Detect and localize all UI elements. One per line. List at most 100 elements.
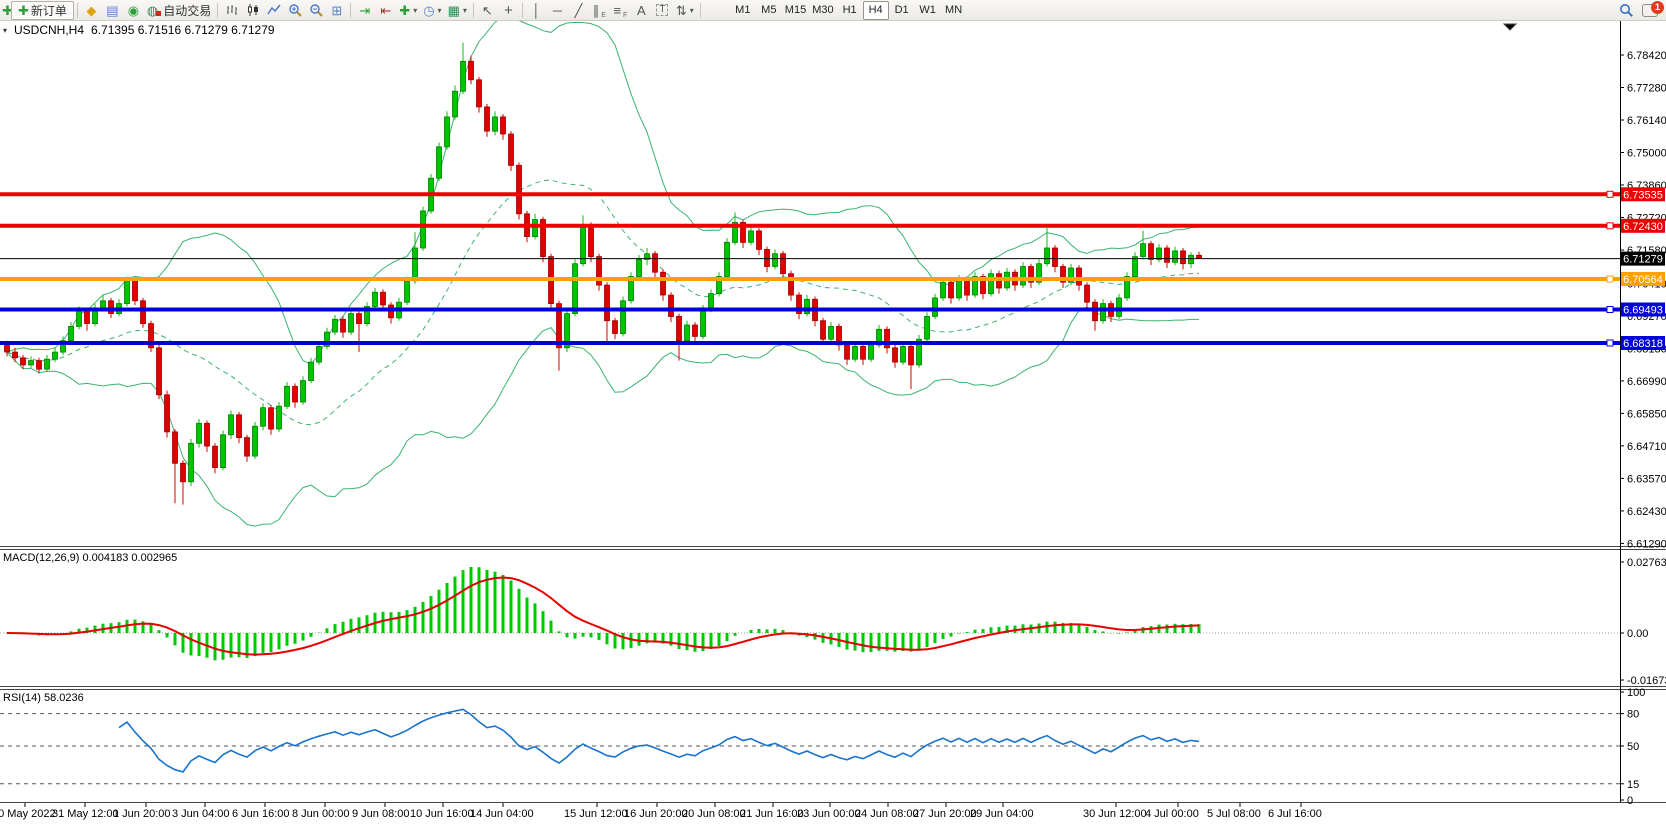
candle-body — [581, 225, 586, 264]
candle-body — [989, 274, 994, 294]
timeframe-button-W1[interactable]: W1 — [915, 1, 941, 20]
chart-expander[interactable]: ▾ — [3, 26, 7, 35]
terminal-button[interactable]: ▤ — [102, 1, 123, 20]
chart-shift-marker[interactable] — [1504, 24, 1516, 30]
line-anchor-marker[interactable] — [1607, 191, 1613, 197]
rsi-axis-label: 0 — [1627, 795, 1633, 807]
horizontal-line-tool[interactable]: ─ — [547, 1, 568, 20]
chart-canvas[interactable]: 6.784206.772806.761406.750006.738606.727… — [0, 0, 1666, 824]
chart-header: ▾ USDCNH,H4 6.71395 6.71516 6.71279 6.71… — [3, 23, 275, 37]
price-badge-label: 6.69493 — [1623, 305, 1663, 317]
notifications-icon[interactable]: 1 — [1642, 4, 1658, 17]
new-order-button[interactable]: ✚ 新订单 — [11, 1, 74, 20]
periods-dropdown[interactable]: ◷▾ — [420, 1, 444, 20]
templates-dropdown[interactable]: ▦▾ — [445, 1, 470, 20]
search-icon[interactable] — [1619, 3, 1634, 18]
price-axis-label: 6.64710 — [1627, 441, 1666, 453]
price-badge-label: 6.73535 — [1623, 189, 1663, 201]
chevron-down-icon: ▾ — [413, 6, 417, 15]
bar-chart-button[interactable] — [221, 1, 242, 20]
price-axis-label: 6.61290 — [1627, 538, 1666, 550]
timeframe-button-M30[interactable]: M30 — [809, 1, 836, 20]
text-label-tool[interactable]: T — [652, 1, 673, 20]
candle-body — [789, 274, 794, 295]
candle-body — [637, 259, 642, 276]
text-tool[interactable]: A — [631, 1, 652, 20]
candle-body — [165, 395, 170, 432]
time-axis-label: 3 Jun 04:00 — [172, 808, 230, 820]
price-badge-label: 6.71279 — [1623, 254, 1663, 266]
toolbar-separator — [217, 3, 218, 18]
candle-body — [221, 435, 226, 468]
candle-body — [85, 311, 90, 324]
line-anchor-marker[interactable] — [1607, 307, 1613, 313]
price-badge: 6.73535 — [1621, 187, 1665, 201]
time-axis-label: 15 Jun 12:00 — [564, 808, 628, 820]
toolbar-separator — [473, 3, 474, 18]
price-badge-label: 6.70564 — [1623, 274, 1663, 286]
macd-indicator-label: MACD(12,26,9) 0.004183 0.002965 — [3, 552, 177, 564]
candlestick-chart-button[interactable] — [242, 1, 263, 20]
toolbar-right-icons: 1 — [1619, 3, 1664, 18]
price-axis-label: 6.63570 — [1627, 473, 1666, 485]
time-axis-label: 27 Jun 20:00 — [913, 808, 977, 820]
candle-body — [37, 361, 42, 370]
candle-body — [853, 346, 858, 359]
arrow-tools-dropdown[interactable]: ⇅▾ — [673, 1, 697, 20]
candle-body — [861, 346, 866, 359]
timeframe-button-H1[interactable]: H1 — [837, 1, 863, 20]
candle-body — [109, 301, 114, 314]
vertical-line-tool[interactable]: │ — [526, 1, 547, 20]
new-chart-button[interactable]: ◆ — [81, 1, 102, 20]
timeframe-button-M5[interactable]: M5 — [756, 1, 782, 20]
time-axis-label: 4 Jul 00:00 — [1145, 808, 1199, 820]
chart-shift-button[interactable]: ⇤ — [375, 1, 396, 20]
fibonacci-tool[interactable]: ≡F — [610, 1, 631, 20]
timeframe-button-D1[interactable]: D1 — [889, 1, 915, 20]
auto-scroll-button[interactable]: ⇥ — [354, 1, 375, 20]
candle-body — [1085, 285, 1090, 302]
candle-body — [101, 301, 106, 308]
signals-button[interactable]: ◉ — [123, 1, 144, 20]
line-anchor-marker[interactable] — [1607, 223, 1613, 229]
terminal-icon: ▤ — [106, 4, 118, 17]
new-order-label: 新订单 — [31, 2, 67, 19]
candle-body — [485, 107, 490, 131]
indicators-dropdown[interactable]: ✚▾ — [396, 1, 420, 20]
candle-body — [1165, 248, 1170, 262]
timeframe-button-M1[interactable]: M1 — [730, 1, 756, 20]
candle-body — [765, 249, 770, 266]
time-axis-label: 9 Jun 08:00 — [352, 808, 410, 820]
zoom-in-button[interactable] — [284, 1, 305, 20]
candle-body — [965, 279, 970, 295]
trendline-tool[interactable]: ╱ — [568, 1, 589, 20]
candle-body — [1189, 255, 1194, 263]
chevron-down-icon: ▾ — [463, 6, 467, 15]
cursor-tool-button[interactable]: ↖ — [477, 1, 498, 20]
line-anchor-marker[interactable] — [1607, 276, 1613, 282]
candle-body — [237, 415, 242, 438]
zoom-out-button[interactable] — [305, 1, 326, 20]
candle-body — [533, 220, 538, 237]
macd-axis-label: -0.016736 — [1627, 675, 1666, 687]
timeframe-button-MN[interactable]: MN — [941, 1, 967, 20]
line-chart-button[interactable] — [263, 1, 284, 20]
line-anchor-marker[interactable] — [1607, 340, 1613, 346]
tile-windows-button[interactable]: ⊞ — [326, 1, 347, 20]
channel-icon: ∥ — [593, 4, 600, 17]
time-axis-label: 6 Jun 16:00 — [232, 808, 290, 820]
time-axis-label: 8 Jun 00:00 — [292, 808, 350, 820]
time-axis-label: 30 Jun 12:00 — [1083, 808, 1147, 820]
candle-body — [197, 423, 202, 443]
timeframe-button-H4[interactable]: H4 — [863, 1, 889, 20]
autotrading-button[interactable]: ◍ 自动交易 — [144, 1, 214, 20]
time-axis-label: 24 Jun 08:00 — [855, 808, 919, 820]
candle-body — [125, 279, 130, 303]
candle-body — [493, 117, 498, 131]
candle-body — [341, 319, 346, 332]
timeframe-button-M15[interactable]: M15 — [782, 1, 809, 20]
equidistant-channel-tool[interactable]: ∥E — [589, 1, 610, 20]
crosshair-tool-button[interactable]: + — [498, 1, 519, 20]
candle-body — [773, 254, 778, 267]
clipped-toolbar-icon[interactable]: ✚ — [2, 4, 11, 17]
